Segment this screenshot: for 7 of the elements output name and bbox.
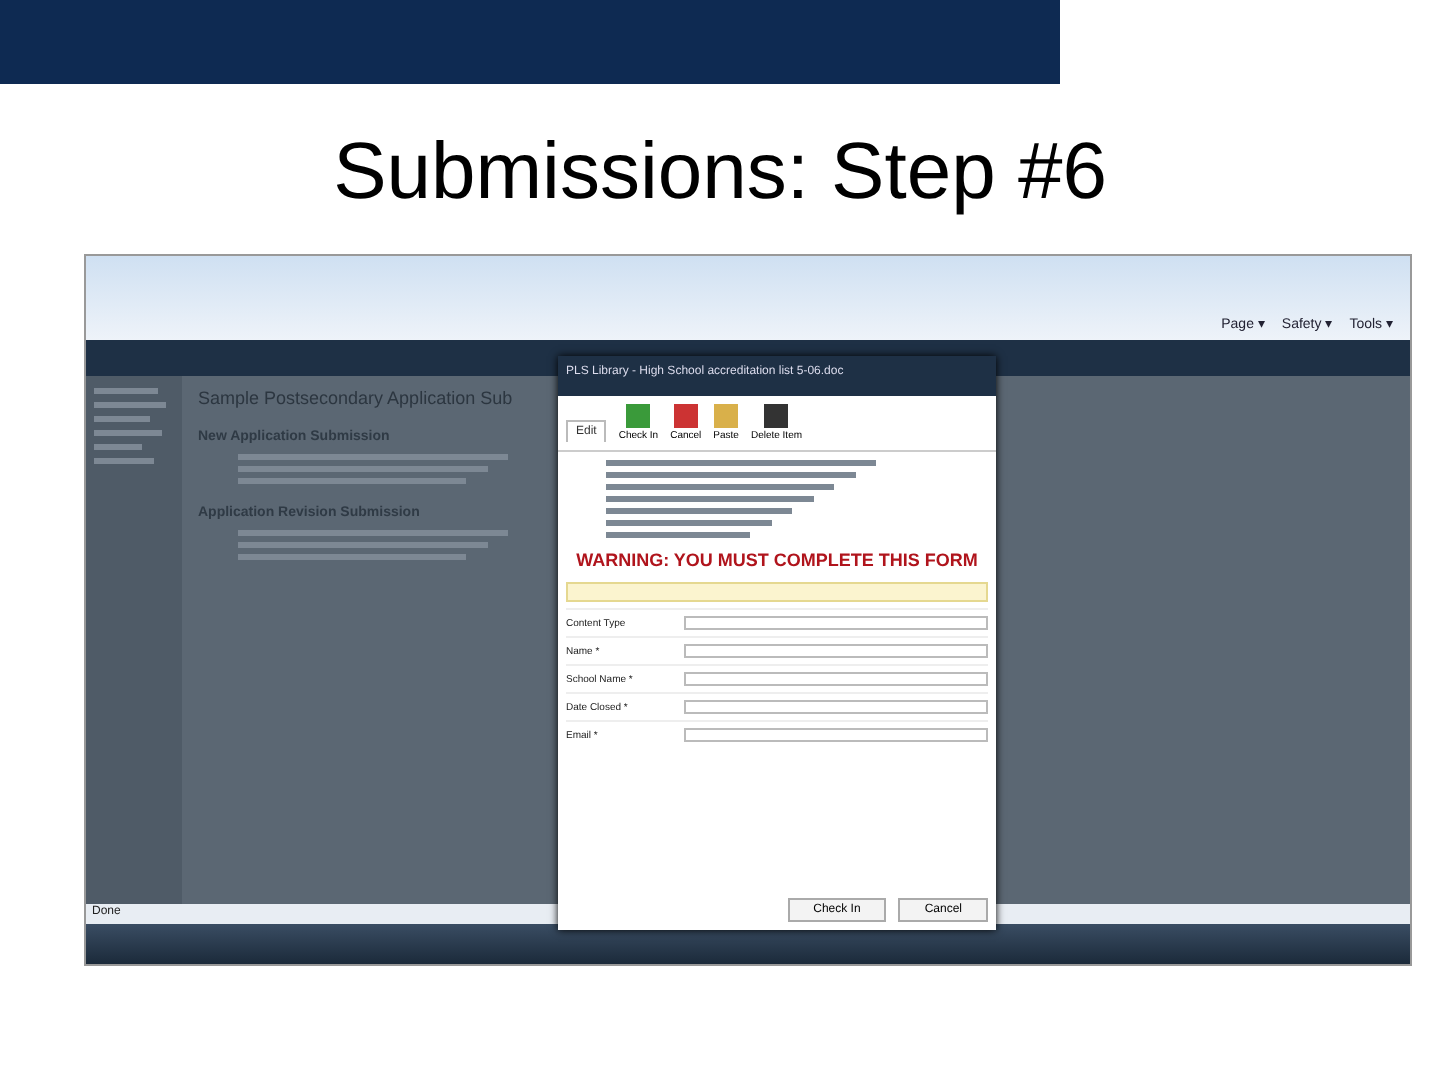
input-field[interactable] (684, 700, 988, 714)
input-field[interactable] (684, 644, 988, 658)
slide-title: Submissions: Step #6 (331, 128, 1109, 218)
input-field[interactable] (684, 616, 988, 630)
input-field[interactable] (684, 728, 988, 742)
input-field[interactable] (684, 672, 988, 686)
warning-text: WARNING: YOU MUST COMPLETE THIS FORM (574, 550, 980, 570)
